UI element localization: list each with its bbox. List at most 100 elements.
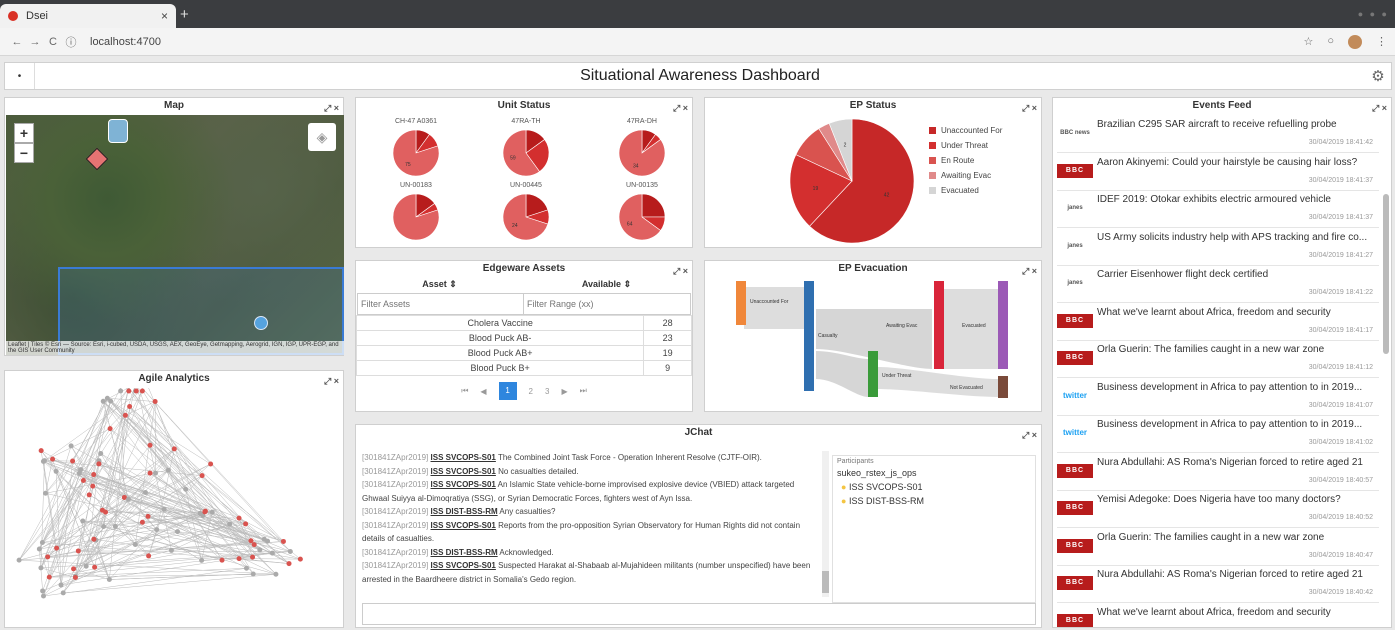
- graph-node[interactable]: [86, 492, 92, 498]
- event-item[interactable]: BBC Nura Abdullahi: AS Roma's Nigerian fo…: [1057, 454, 1379, 491]
- participant-item[interactable]: ● ISS DIST-BSS-RM: [833, 495, 1035, 507]
- panel-controls[interactable]: ⤢ ×: [673, 100, 688, 116]
- event-item[interactable]: twitter Business development in Africa to…: [1057, 416, 1379, 453]
- graph-node[interactable]: [38, 448, 44, 454]
- event-item[interactable]: BBC Yemisi Adegoke: Does Nigeria have too…: [1057, 491, 1379, 528]
- unit-status-pie[interactable]: 24: [501, 192, 551, 242]
- panel-controls[interactable]: ⤢ ×: [324, 373, 339, 389]
- graph-node[interactable]: [152, 470, 158, 476]
- graph-node[interactable]: [145, 513, 151, 519]
- graph-node[interactable]: [165, 467, 171, 473]
- unit-pie-slice[interactable]: [641, 193, 666, 218]
- expand-icon[interactable]: ⤢: [1372, 103, 1379, 113]
- graph-node[interactable]: [92, 564, 98, 570]
- unit-status-pie[interactable]: 34: [617, 128, 667, 178]
- event-title[interactable]: Orla Guerin: The families caught in a ne…: [1097, 532, 1377, 543]
- graph-node[interactable]: [236, 556, 242, 562]
- message-author[interactable]: ISS SVCOPS-S01: [431, 521, 496, 530]
- close-icon[interactable]: ×: [683, 266, 688, 276]
- window-controls[interactable]: ● ● ●: [1358, 9, 1389, 19]
- sort-icon[interactable]: ⇕: [624, 279, 632, 289]
- network-graph[interactable]: [6, 388, 344, 626]
- reload-icon[interactable]: C: [44, 36, 62, 48]
- graph-node[interactable]: [107, 426, 113, 432]
- graph-node[interactable]: [68, 443, 74, 449]
- close-icon[interactable]: ×: [1032, 266, 1037, 276]
- graph-node[interactable]: [154, 527, 160, 533]
- event-item[interactable]: twitter Business development in Africa to…: [1057, 379, 1379, 416]
- panel-controls[interactable]: ⤢ ×: [1372, 100, 1387, 116]
- pager-button[interactable]: ◀: [480, 387, 486, 396]
- graph-node[interactable]: [147, 470, 153, 476]
- close-icon[interactable]: ×: [334, 376, 339, 386]
- event-title[interactable]: IDEF 2019: Otokar exhibits electric armo…: [1097, 194, 1377, 205]
- site-info-icon[interactable]: ⓘ: [62, 34, 80, 50]
- graph-node[interactable]: [118, 388, 124, 394]
- event-title[interactable]: What we've learnt about Africa, freedom …: [1097, 307, 1377, 318]
- graph-node[interactable]: [297, 556, 303, 562]
- graph-node[interactable]: [16, 557, 22, 563]
- graph-node[interactable]: [54, 545, 60, 551]
- graph-node[interactable]: [38, 565, 44, 571]
- profile-avatar[interactable]: [1348, 34, 1362, 49]
- sankey-node[interactable]: [998, 281, 1008, 369]
- message-author[interactable]: ISS SVCOPS-S01: [431, 561, 496, 570]
- graph-node[interactable]: [100, 398, 106, 404]
- graph-node[interactable]: [50, 456, 56, 462]
- new-tab-button[interactable]: +: [180, 6, 189, 23]
- gear-icon[interactable]: ⚙: [1365, 67, 1391, 85]
- graph-node[interactable]: [250, 571, 256, 577]
- graph-node[interactable]: [146, 553, 152, 559]
- table-row[interactable]: Blood Puck AB+ 19: [355, 345, 692, 361]
- panel-controls[interactable]: ⤢ ×: [324, 100, 339, 116]
- graph-node[interactable]: [127, 403, 133, 409]
- graph-node[interactable]: [168, 547, 174, 553]
- graph-node[interactable]: [139, 519, 145, 525]
- graph-node[interactable]: [286, 561, 292, 567]
- close-icon[interactable]: ×: [683, 103, 688, 113]
- close-icon[interactable]: ×: [1382, 103, 1387, 113]
- panel-controls[interactable]: ⤢ ×: [1022, 427, 1037, 443]
- graph-node[interactable]: [96, 461, 102, 467]
- sankey-node[interactable]: [934, 281, 944, 369]
- graph-node[interactable]: [39, 540, 45, 546]
- message-author[interactable]: ISS DIST-BSS-RM: [431, 548, 498, 557]
- extension-icon[interactable]: ○: [1327, 35, 1334, 49]
- graph-node[interactable]: [183, 486, 189, 492]
- hostile-marker-icon[interactable]: [85, 147, 109, 171]
- graph-node[interactable]: [244, 565, 250, 571]
- graph-node[interactable]: [58, 582, 64, 588]
- message-author[interactable]: ISS SVCOPS-S01: [431, 467, 496, 476]
- filter-assets-input[interactable]: [358, 294, 524, 314]
- unit-marker-icon[interactable]: [108, 119, 128, 143]
- panel-controls[interactable]: ⤢ ×: [1022, 263, 1037, 279]
- expand-icon[interactable]: ⤢: [1022, 103, 1029, 113]
- chat-scrollbar[interactable]: [822, 451, 829, 597]
- pager-button[interactable]: 3: [545, 387, 549, 396]
- event-title[interactable]: Aaron Akinyemi: Could your hairstyle be …: [1097, 157, 1377, 168]
- graph-node[interactable]: [236, 515, 242, 521]
- panel-controls[interactable]: ⤢ ×: [1022, 100, 1037, 116]
- sankey-node[interactable]: [804, 281, 814, 391]
- graph-node[interactable]: [273, 571, 279, 577]
- star-icon[interactable]: ☆: [1303, 35, 1313, 49]
- expand-icon[interactable]: ⤢: [324, 376, 331, 386]
- event-title[interactable]: Business development in Africa to pay at…: [1097, 419, 1377, 430]
- graph-node[interactable]: [269, 550, 275, 556]
- url-field[interactable]: localhost:4700: [90, 36, 161, 48]
- table-row[interactable]: Blood Puck AB- 23: [355, 330, 692, 346]
- zoom-out-button[interactable]: −: [14, 143, 34, 163]
- event-item[interactable]: BBC Orla Guerin: The families caught in a…: [1057, 529, 1379, 566]
- close-icon[interactable]: ×: [1032, 430, 1037, 440]
- event-title[interactable]: Nura Abdullahi: AS Roma's Nigerian force…: [1097, 457, 1377, 468]
- event-item[interactable]: BBC Aaron Akinyemi: Could your hairstyle …: [1057, 154, 1379, 191]
- close-icon[interactable]: ×: [334, 103, 339, 113]
- graph-node[interactable]: [106, 577, 112, 583]
- tab-close-icon[interactable]: ×: [161, 9, 168, 23]
- graph-node[interactable]: [104, 395, 110, 401]
- graph-node[interactable]: [139, 388, 145, 394]
- graph-node[interactable]: [45, 554, 51, 560]
- graph-node[interactable]: [41, 593, 47, 599]
- event-item[interactable]: BBC What we've learnt about Africa, freed…: [1057, 604, 1379, 627]
- event-item[interactable]: janes US Army solicits industry help with…: [1057, 229, 1379, 266]
